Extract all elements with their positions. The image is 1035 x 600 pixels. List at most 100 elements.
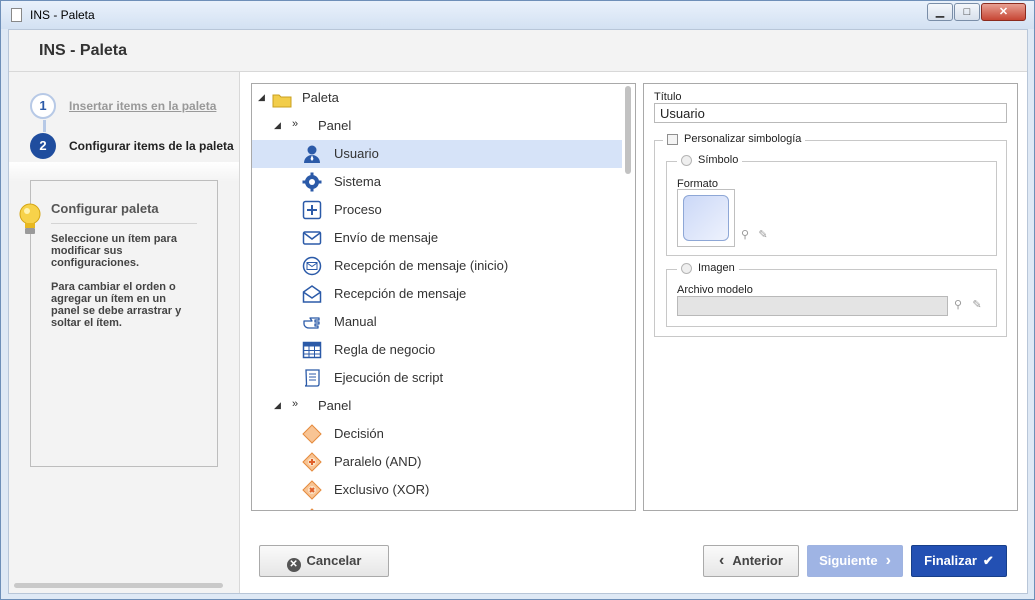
horizontal-scrollbar[interactable] (14, 583, 223, 588)
shape-preview (683, 195, 729, 241)
envelope-circle-icon (302, 256, 322, 276)
step-connector (43, 120, 46, 132)
tree-label: Panel (318, 118, 352, 133)
maximize-button[interactable]: □ (954, 3, 980, 21)
cancel-button[interactable]: ✕ Cancelar (259, 545, 389, 577)
page-title: INS - Paleta (39, 42, 128, 59)
diamond-plus-icon (302, 452, 322, 472)
help-panel: Configurar paleta Seleccione un ítem par… (19, 180, 218, 467)
step-number: 2 (30, 133, 56, 159)
tree-node-panel[interactable]: ◢ » Panel (252, 392, 622, 420)
diamond-icon (302, 424, 322, 444)
diamond-x-icon (302, 480, 322, 500)
collapse-chevron-icon[interactable]: » (292, 398, 298, 410)
help-text: Para cambiar el orden o agregar un ítem … (51, 281, 182, 329)
window: INS - Paleta ▁ □ ✕ INS - Paleta 1 Insert… (0, 0, 1035, 600)
next-button[interactable]: Siguiente › (807, 545, 903, 577)
folder-icon (272, 94, 292, 108)
eraser-icon[interactable]: ✎ (969, 296, 985, 314)
previous-button[interactable]: ‹ Anterior (703, 545, 799, 577)
help-text: Seleccione un ítem para modificar sus co… (51, 233, 177, 269)
tree-item-partial[interactable] (252, 504, 622, 510)
personalizar-legend[interactable]: Personalizar simbología (663, 133, 806, 145)
help-title: Configurar paleta (51, 201, 159, 216)
step-number: 1 (30, 93, 56, 119)
close-circle-icon: ✕ (286, 558, 301, 572)
simbolo-radio[interactable] (681, 154, 692, 166)
personalizar-fieldset: Personalizar simbología Símbolo Formato … (654, 133, 1007, 337)
archivo-modelo-input[interactable] (677, 296, 948, 316)
tree-item-exclusivo[interactable]: Exclusivo (XOR) (252, 476, 622, 504)
plus-square-icon (302, 200, 322, 220)
personalizar-label: Personalizar simbología (684, 133, 802, 145)
imagen-label: Imagen (698, 262, 735, 274)
tree-label: Paleta (302, 90, 339, 105)
wizard-step-2: 2 Configurar items de la paleta (29, 132, 239, 160)
imagen-legend[interactable]: Imagen (677, 262, 739, 274)
tree-node-panel[interactable]: ◢ » Panel (252, 112, 622, 140)
tree-item-envio-mensaje[interactable]: Envío de mensaje (252, 224, 622, 252)
step-label: Configurar items de la paleta (69, 139, 234, 153)
wizard-step-1[interactable]: 1 Insertar items en la paleta (29, 92, 239, 120)
lightbulb-icon (19, 203, 41, 234)
simbolo-legend[interactable]: Símbolo (677, 154, 743, 166)
tree-item-paralelo[interactable]: Paralelo (AND) (252, 448, 622, 476)
search-icon[interactable]: ⚲ (950, 296, 966, 314)
tree-label: Usuario (334, 146, 379, 161)
finish-button[interactable]: Finalizar ✔ (911, 545, 1007, 577)
vertical-scrollbar[interactable] (625, 86, 631, 174)
tree-label: Decisión (334, 426, 384, 441)
tree-item-usuario[interactable]: Usuario (252, 140, 622, 168)
tree-item-manual[interactable]: Manual (252, 308, 622, 336)
wizard-sidebar: 1 Insertar items en la paleta 2 Configur… (9, 72, 240, 593)
tree-label: Sistema (334, 174, 381, 189)
window-title: INS - Paleta (30, 8, 95, 22)
tree-item-sistema[interactable]: Sistema (252, 168, 622, 196)
archivo-modelo-label: Archivo modelo (677, 284, 753, 296)
tree-item-ejecucion-script[interactable]: Ejecución de script (252, 364, 622, 392)
personalizar-checkbox[interactable] (667, 133, 678, 145)
titulo-input[interactable] (654, 103, 1007, 123)
cancel-label: Cancelar (306, 553, 362, 568)
tree-item-regla-negocio[interactable]: Regla de negocio (252, 336, 622, 364)
collapse-chevron-icon[interactable]: » (292, 118, 298, 130)
formato-preview[interactable] (677, 189, 735, 247)
tree-item-decision[interactable]: Decisión (252, 420, 622, 448)
tree-label: Recepción de mensaje (334, 286, 467, 301)
dialog-header: INS - Paleta (9, 30, 1027, 72)
palette-tree: ◢ Paleta ◢ » Panel Usuario Sistema Proce… (251, 83, 636, 511)
divider (51, 223, 197, 224)
step-label[interactable]: Insertar items en la paleta (69, 99, 216, 113)
eraser-icon[interactable]: ✎ (755, 226, 771, 244)
table-icon (302, 341, 322, 359)
tree-label: Paralelo (AND) (334, 454, 422, 469)
titulo-label: Título (654, 91, 682, 103)
expand-toggle-icon[interactable]: ◢ (274, 400, 281, 411)
tree-node-root[interactable]: ◢ Paleta (252, 84, 622, 112)
expand-toggle-icon[interactable]: ◢ (274, 120, 281, 131)
document-icon (11, 8, 22, 22)
search-icon[interactable]: ⚲ (737, 226, 753, 244)
gear-icon (302, 172, 322, 192)
finish-label: Finalizar (924, 553, 977, 568)
tree-label: Proceso (334, 202, 382, 217)
tree-item-proceso[interactable]: Proceso (252, 196, 622, 224)
script-icon (304, 369, 320, 387)
simbolo-fieldset: Símbolo Formato ⚲ ✎ (666, 154, 997, 256)
tree-item-recepcion-inicio[interactable]: Recepción de mensaje (inicio) (252, 252, 622, 280)
diamond-icon (310, 508, 314, 510)
divider (9, 162, 239, 182)
title-bar: INS - Paleta ▁ □ ✕ (1, 1, 1034, 29)
close-button[interactable]: ✕ (981, 3, 1026, 21)
minimize-button[interactable]: ▁ (927, 3, 953, 21)
tree-item-recepcion[interactable]: Recepción de mensaje (252, 280, 622, 308)
checkmark-icon: ✔ (982, 553, 994, 568)
expand-toggle-icon[interactable]: ◢ (258, 92, 265, 103)
imagen-radio[interactable] (681, 262, 692, 274)
tree-label: Regla de negocio (334, 342, 436, 357)
tree-label: Envío de mensaje (334, 230, 439, 245)
next-label: Siguiente (819, 553, 878, 568)
user-icon (304, 145, 320, 163)
tree-label: Manual (334, 314, 377, 329)
chevron-left-icon: ‹ (719, 552, 725, 569)
